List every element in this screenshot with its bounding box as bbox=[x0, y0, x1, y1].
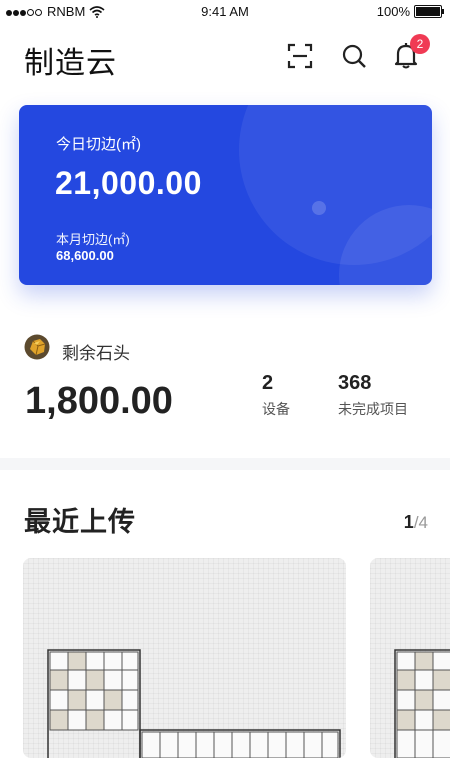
status-bar: RNBM 9:41 AM 100% bbox=[0, 0, 450, 24]
battery-percent: 100% bbox=[376, 4, 410, 19]
stone-label: 剩余石头 bbox=[62, 344, 130, 363]
stone-icon bbox=[24, 334, 50, 360]
stat-unfinished-projects[interactable]: 368 未完成项目 bbox=[338, 372, 408, 419]
page-total: /4 bbox=[413, 513, 428, 532]
search-icon bbox=[342, 44, 366, 68]
summary-card[interactable]: 今日切边(㎡) 21,000.00 本月切边(㎡) 68,600.00 bbox=[19, 105, 432, 285]
stat-label: 设备 bbox=[262, 401, 290, 417]
recent-uploads-title: 最近上传 bbox=[24, 507, 136, 537]
battery-icon bbox=[414, 5, 444, 18]
stat-value: 368 bbox=[338, 372, 372, 394]
card-decoration bbox=[312, 201, 326, 215]
page-current: 1 bbox=[403, 512, 414, 532]
pagination-indicator: 1/4 bbox=[404, 512, 428, 533]
month-label: 本月切边(㎡) bbox=[56, 232, 130, 247]
stat-label: 未完成项目 bbox=[338, 401, 408, 417]
notification-button[interactable]: 2 bbox=[392, 34, 430, 70]
scan-icon bbox=[287, 43, 313, 69]
search-button[interactable] bbox=[340, 42, 368, 70]
layout-drawing bbox=[47, 649, 341, 758]
section-divider bbox=[0, 458, 450, 470]
upload-thumbnail[interactable] bbox=[23, 558, 346, 758]
layout-drawing bbox=[394, 649, 450, 758]
app-title: 制造云 bbox=[24, 47, 117, 80]
stat-devices[interactable]: 2 设备 bbox=[262, 372, 290, 419]
upload-thumbnail[interactable] bbox=[370, 558, 450, 758]
stone-value: 1,800.00 bbox=[25, 380, 173, 422]
month-value: 68,600.00 bbox=[56, 248, 114, 263]
today-value: 21,000.00 bbox=[55, 165, 202, 201]
scan-button[interactable] bbox=[286, 42, 314, 70]
notification-badge: 2 bbox=[410, 34, 430, 54]
today-label: 今日切边(㎡) bbox=[56, 136, 141, 153]
stat-value: 2 bbox=[262, 372, 274, 394]
